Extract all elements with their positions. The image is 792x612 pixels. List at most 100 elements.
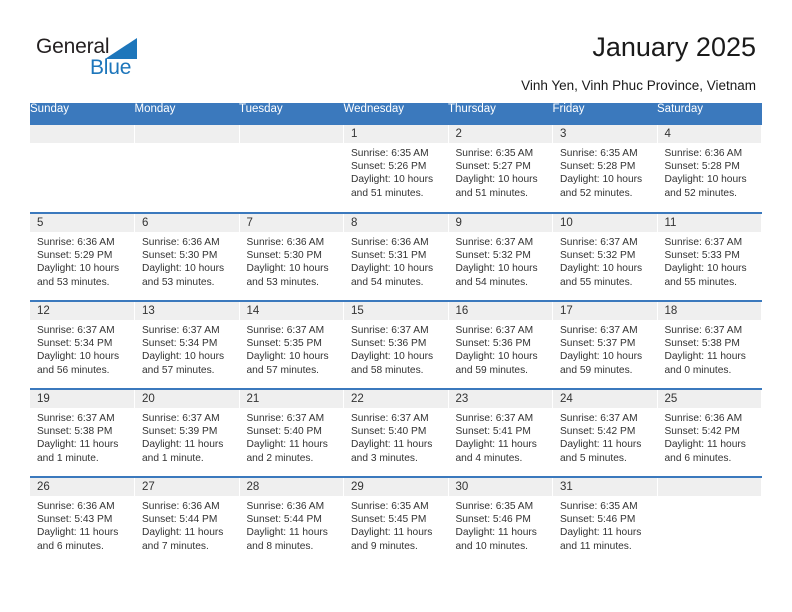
sunrise-time: Sunrise: 6:35 AM: [351, 501, 429, 512]
day-number: 14: [246, 305, 260, 317]
calendar-day-cell[interactable]: 26 Sunrise: 6:36 AM Sunset: 5:43 PM Dayligh…: [30, 477, 135, 565]
calendar-day-cell-empty: [239, 125, 344, 213]
day-number-band: 20: [135, 390, 239, 408]
calendar-body: 1 Sunrise: 6:35 AM Sunset: 5:26 PM Daylight…: [30, 125, 762, 565]
calendar-day-cell[interactable]: 22 Sunrise: 6:37 AM Sunset: 5:40 PM Dayligh…: [343, 389, 449, 477]
calendar-day-cell[interactable]: 28 Sunrise: 6:36 AM Sunset: 5:44 PM Dayligh…: [239, 477, 344, 565]
calendar-day-cell[interactable]: 20 Sunrise: 6:37 AM Sunset: 5:39 PM Dayligh…: [134, 389, 240, 477]
calendar-day-cell[interactable]: 23 Sunrise: 6:37 AM Sunset: 5:41 PM Dayligh…: [448, 389, 553, 477]
daylight-duration-line2: and 11 minutes.: [560, 540, 632, 552]
daylight-duration-line2: and 53 minutes.: [246, 276, 320, 288]
day-details: Sunrise: 6:37 AM Sunset: 5:36 PM Daylight:…: [449, 320, 553, 377]
day-number: 13: [142, 305, 155, 317]
day-number-band: 2: [448, 125, 552, 143]
calendar-day-cell-empty: [657, 477, 762, 565]
daylight-duration-line2: and 7 minutes.: [142, 540, 209, 552]
daylight-duration-line1: Daylight: 10 hours: [351, 174, 434, 186]
calendar-day-cell[interactable]: 16 Sunrise: 6:37 AM Sunset: 5:36 PM Dayligh…: [448, 301, 553, 389]
daylight-duration-line2: and 8 minutes.: [246, 540, 314, 552]
daylight-duration-line1: Daylight: 10 hours: [455, 263, 538, 275]
sunset-time: Sunset: 5:34 PM: [37, 338, 113, 350]
sunrise-time: Sunrise: 6:37 AM: [37, 325, 115, 336]
daylight-duration-line1: Daylight: 11 hours: [351, 527, 433, 539]
calendar-day-cell[interactable]: 8 Sunrise: 6:36 AM Sunset: 5:31 PM Daylight…: [343, 213, 449, 301]
day-number-band: 26: [30, 478, 134, 496]
calendar-day-cell[interactable]: 10 Sunrise: 6:37 AM Sunset: 5:32 PM Dayligh…: [552, 213, 658, 301]
day-number: 11: [664, 217, 677, 229]
daylight-duration-line1: Daylight: 10 hours: [560, 263, 643, 275]
sunset-time: Sunset: 5:28 PM: [664, 161, 740, 173]
calendar-day-cell[interactable]: 15 Sunrise: 6:37 AM Sunset: 5:36 PM Dayligh…: [343, 301, 449, 389]
day-number-band: 3: [553, 125, 657, 143]
daylight-duration-line2: and 6 minutes.: [37, 540, 104, 552]
day-cell-inner: [30, 125, 134, 212]
calendar-day-cell[interactable]: 29 Sunrise: 6:35 AM Sunset: 5:45 PM Dayligh…: [343, 477, 449, 565]
day-cell-inner: 28 Sunrise: 6:36 AM Sunset: 5:44 PM Dayligh…: [239, 478, 343, 565]
logo-text-blue: Blue: [90, 56, 132, 79]
calendar-day-cell[interactable]: 25 Sunrise: 6:36 AM Sunset: 5:42 PM Dayligh…: [657, 389, 762, 477]
day-details: Sunrise: 6:37 AM Sunset: 5:41 PM Daylight:…: [449, 408, 553, 465]
calendar-day-cell[interactable]: 5 Sunrise: 6:36 AM Sunset: 5:29 PM Daylight…: [30, 213, 135, 301]
sunset-time: Sunset: 5:35 PM: [246, 338, 322, 350]
calendar-day-cell[interactable]: 21 Sunrise: 6:37 AM Sunset: 5:40 PM Dayligh…: [239, 389, 344, 477]
day-details: Sunrise: 6:35 AM Sunset: 5:46 PM Daylight:…: [553, 496, 657, 553]
day-number: 22: [351, 393, 364, 405]
general-blue-logo[interactable]: General Blue: [36, 36, 166, 84]
calendar-day-cell[interactable]: 12 Sunrise: 6:37 AM Sunset: 5:34 PM Dayligh…: [30, 301, 135, 389]
calendar-day-cell[interactable]: 14 Sunrise: 6:37 AM Sunset: 5:35 PM Dayligh…: [239, 301, 344, 389]
sunrise-time: Sunrise: 6:37 AM: [664, 237, 743, 248]
calendar-day-cell[interactable]: 30 Sunrise: 6:35 AM Sunset: 5:46 PM Dayligh…: [448, 477, 553, 565]
day-number-band: 17: [553, 302, 657, 320]
calendar-day-cell[interactable]: 31 Sunrise: 6:35 AM Sunset: 5:46 PM Dayligh…: [552, 477, 658, 565]
calendar-day-cell[interactable]: 11 Sunrise: 6:37 AM Sunset: 5:33 PM Dayligh…: [657, 213, 762, 301]
daylight-duration-line1: Daylight: 10 hours: [351, 351, 434, 363]
daylight-duration-line2: and 57 minutes.: [246, 364, 320, 376]
day-cell-inner: 23 Sunrise: 6:37 AM Sunset: 5:41 PM Dayligh…: [448, 390, 553, 476]
day-number-band: 7: [239, 214, 343, 232]
day-cell-inner: 21 Sunrise: 6:37 AM Sunset: 5:40 PM Dayligh…: [239, 390, 343, 476]
day-number: 7: [246, 217, 253, 229]
daylight-duration-line1: Daylight: 10 hours: [351, 263, 434, 275]
day-cell-inner: [657, 478, 761, 565]
day-number-band: 23: [448, 390, 552, 408]
calendar-day-cell[interactable]: 3 Sunrise: 6:35 AM Sunset: 5:28 PM Daylight…: [552, 125, 658, 213]
calendar-day-cell[interactable]: 4 Sunrise: 6:36 AM Sunset: 5:28 PM Daylight…: [657, 125, 762, 213]
sunset-time: Sunset: 5:27 PM: [455, 161, 531, 173]
calendar-day-cell[interactable]: 7 Sunrise: 6:36 AM Sunset: 5:30 PM Daylight…: [239, 213, 344, 301]
calendar-day-cell[interactable]: 19 Sunrise: 6:37 AM Sunset: 5:38 PM Dayligh…: [30, 389, 135, 477]
page-header: General Blue January 2025 Vinh Yen, Vinh…: [0, 0, 792, 103]
daylight-duration-line1: Daylight: 11 hours: [664, 351, 746, 363]
day-details: Sunrise: 6:36 AM Sunset: 5:29 PM Daylight:…: [30, 232, 134, 289]
day-cell-inner: 25 Sunrise: 6:36 AM Sunset: 5:42 PM Dayligh…: [657, 390, 761, 476]
day-number-band: 21: [239, 390, 343, 408]
calendar-day-cell[interactable]: 9 Sunrise: 6:37 AM Sunset: 5:32 PM Daylight…: [448, 213, 553, 301]
calendar-day-cell[interactable]: 1 Sunrise: 6:35 AM Sunset: 5:26 PM Daylight…: [343, 125, 449, 213]
day-number-band: 15: [344, 302, 448, 320]
daylight-duration-line1: Daylight: 11 hours: [246, 527, 328, 539]
calendar-day-cell[interactable]: 27 Sunrise: 6:36 AM Sunset: 5:44 PM Dayligh…: [134, 477, 240, 565]
day-cell-inner: 5 Sunrise: 6:36 AM Sunset: 5:29 PM Daylight…: [30, 214, 134, 300]
calendar-day-cell[interactable]: 24 Sunrise: 6:37 AM Sunset: 5:42 PM Dayligh…: [552, 389, 658, 477]
calendar-day-cell[interactable]: 2 Sunrise: 6:35 AM Sunset: 5:27 PM Daylight…: [448, 125, 553, 213]
calendar-day-cell[interactable]: 6 Sunrise: 6:36 AM Sunset: 5:30 PM Daylight…: [134, 213, 240, 301]
calendar-day-cell[interactable]: 18 Sunrise: 6:37 AM Sunset: 5:38 PM Dayligh…: [657, 301, 762, 389]
sunrise-time: Sunrise: 6:37 AM: [351, 325, 429, 336]
calendar-week-row: 1 Sunrise: 6:35 AM Sunset: 5:26 PM Daylight…: [30, 125, 762, 213]
day-number: 15: [351, 305, 364, 317]
sunset-time: Sunset: 5:42 PM: [664, 426, 740, 438]
weekday-header-wednesday: Wednesday: [343, 103, 448, 125]
day-details: Sunrise: 6:37 AM Sunset: 5:38 PM Daylight:…: [30, 408, 134, 465]
day-cell-inner: 2 Sunrise: 6:35 AM Sunset: 5:27 PM Daylight…: [448, 125, 552, 212]
sunrise-time: Sunrise: 6:36 AM: [37, 501, 115, 512]
calendar-day-cell[interactable]: 13 Sunrise: 6:37 AM Sunset: 5:34 PM Dayligh…: [134, 301, 240, 389]
sunrise-time: Sunrise: 6:36 AM: [664, 413, 743, 424]
daylight-duration-line1: Daylight: 11 hours: [142, 527, 224, 539]
sunrise-time: Sunrise: 6:35 AM: [351, 148, 429, 159]
daylight-duration-line1: Daylight: 10 hours: [142, 263, 225, 275]
day-number-band: 8: [344, 214, 448, 232]
calendar-day-cell[interactable]: 17 Sunrise: 6:37 AM Sunset: 5:37 PM Dayligh…: [552, 301, 658, 389]
day-cell-inner: 16 Sunrise: 6:37 AM Sunset: 5:36 PM Dayligh…: [448, 302, 553, 388]
day-number-band: 29: [344, 478, 448, 496]
day-number: 9: [455, 217, 462, 229]
day-cell-inner: 18 Sunrise: 6:37 AM Sunset: 5:38 PM Dayligh…: [657, 302, 761, 388]
